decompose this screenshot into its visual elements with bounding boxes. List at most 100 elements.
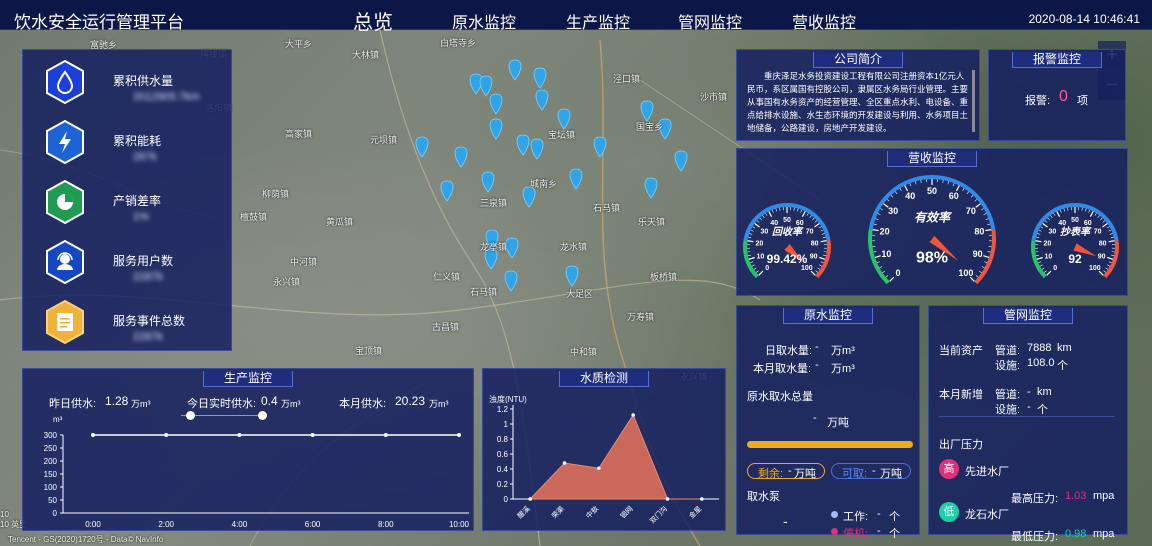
gauge-tick [1047,217,1050,221]
map-pin-icon[interactable] [640,100,654,122]
scrollbar[interactable] [972,70,975,132]
intake-progress-bar [747,441,913,448]
remain-label: 剩余: [758,468,784,480]
map-pin-icon[interactable] [415,136,429,158]
map-pin-icon[interactable] [674,150,688,172]
gauge-tick [947,181,950,185]
data-point[interactable] [631,413,635,417]
map-pin-icon[interactable] [489,93,503,115]
map-place-label: 沙市镇 [700,92,728,102]
map-pin-icon[interactable] [505,237,519,259]
map-place-label: 城南乡 [530,179,558,189]
map-pin-icon[interactable] [565,265,579,287]
stat-water-supply: 累积供水量 2012905.7km [45,60,230,110]
company-intro-text: 重庆泽足水务投资建设工程有限公司注册资本1亿元人民币，系区属国有控股公司，隶属区… [747,71,969,133]
data-point[interactable] [383,433,388,437]
map-copyright: Tencent - GS(2020)1720号 - Data© NavInfo [8,535,164,544]
gauge-tick [752,226,756,229]
tab-pipe-network[interactable]: 管网监控 [678,9,742,33]
data-point[interactable] [597,466,601,471]
yesterday-supply-label: 昨日供水: [49,398,97,410]
gauge-tick [1107,256,1114,260]
gauge-tick [983,255,990,259]
gauge-tick [985,229,992,232]
gauge-tick [800,209,803,213]
tab-raw-water[interactable]: 原水监控 [452,9,516,33]
map-pin-icon[interactable] [593,136,607,158]
map-pin-icon[interactable] [508,59,522,81]
remain-value: - [788,465,792,477]
gauge-tick [914,181,917,185]
gauge-tick-label: 40 [905,191,915,201]
map-pin-icon[interactable] [533,67,547,89]
data-point[interactable] [457,433,461,437]
realtime-supply-label: 今日实时供水: [187,398,257,410]
realtime-supply-value: 0.4 [261,394,278,408]
map-pin-icon[interactable] [644,177,658,199]
gauge-tick [880,208,884,211]
map-pin-icon[interactable] [522,186,536,208]
month-supply-unit: 万m³ [429,399,449,409]
gauge-tick [750,261,754,264]
gauge-tick [771,209,774,213]
tab-overview[interactable]: 总览 [353,6,393,35]
gauge-tick [756,220,760,223]
water-quality-panel: 水质检测 浊度(NTU) 0 0.2 0.4 0.6 0.8 1 1.2 醒溪 荣渠 中敖 银网 双门沟… [482,368,726,531]
map-pin-icon[interactable] [530,138,544,160]
data-point[interactable] [237,433,242,437]
remain-pill: 剩余: - 万吨 [747,463,825,480]
gauge-tick [759,217,762,221]
daily-intake-value: - [815,341,819,353]
gauge-tick-label: 20 [1043,241,1051,248]
gauge-tick [820,229,824,232]
gauge-tick [1053,213,1056,216]
map-pin-icon[interactable] [557,108,571,130]
gauge-tick [873,223,877,226]
gauge-tick-label: 90 [973,249,983,259]
gauge-tick [904,185,909,192]
data-point[interactable] [665,497,670,501]
map-pin-icon[interactable] [504,270,518,292]
y-tick-label: 200 [44,457,58,466]
tab-production[interactable]: 生产监控 [566,9,630,33]
map-place-label: 国宝乡 [636,122,664,132]
gauge-tick-label: 30 [760,229,768,236]
tab-revenue[interactable]: 营收监控 [792,9,856,33]
stat-value: 2287k [133,331,163,343]
gauge-tick [974,199,978,202]
gauge-tick [775,208,777,212]
gauge-tick [809,215,812,218]
data-point[interactable] [310,433,315,437]
gauge-tick [1038,229,1042,232]
gauge-tick [1105,267,1109,270]
map-pin-icon[interactable] [454,146,468,168]
gauge-tick [753,267,757,270]
available-pill: 可取: - 万吨 [831,463,911,480]
gauge-tick [978,270,982,273]
map-pin-icon[interactable] [535,89,549,111]
map-pin-icon[interactable] [569,168,583,190]
map-pin-icon[interactable] [440,180,454,202]
revenue-panel: 营收监控 0 10 20 30 40 50 60 70 80 90 100 回收率 99.42% 0 10 2… [736,148,1128,296]
data-point[interactable] [91,433,95,437]
gauge-tick [817,267,821,270]
gauge-tick-label: 0 [1053,265,1057,272]
gauge-value: 99.42% [767,252,808,266]
gauge-tick [1044,220,1048,223]
map-pin-icon[interactable] [481,171,495,193]
data-point[interactable] [700,497,704,501]
data-point[interactable] [164,433,169,437]
x-tick-label: 醒溪 [515,504,531,520]
gauge-tick [890,195,894,198]
data-point[interactable] [528,497,532,501]
gauge-tick [755,270,759,273]
gauge-tick [820,261,824,264]
gauge-tick-label: 60 [796,220,804,227]
gauge-tick [1046,270,1052,276]
data-point[interactable] [562,461,567,465]
map-pin-icon[interactable] [479,75,493,97]
map-pin-icon[interactable] [516,134,530,156]
map-pin-icon[interactable] [489,118,503,140]
gauge-tick [1106,226,1110,229]
gauge-tick-label: 30 [1048,229,1056,236]
